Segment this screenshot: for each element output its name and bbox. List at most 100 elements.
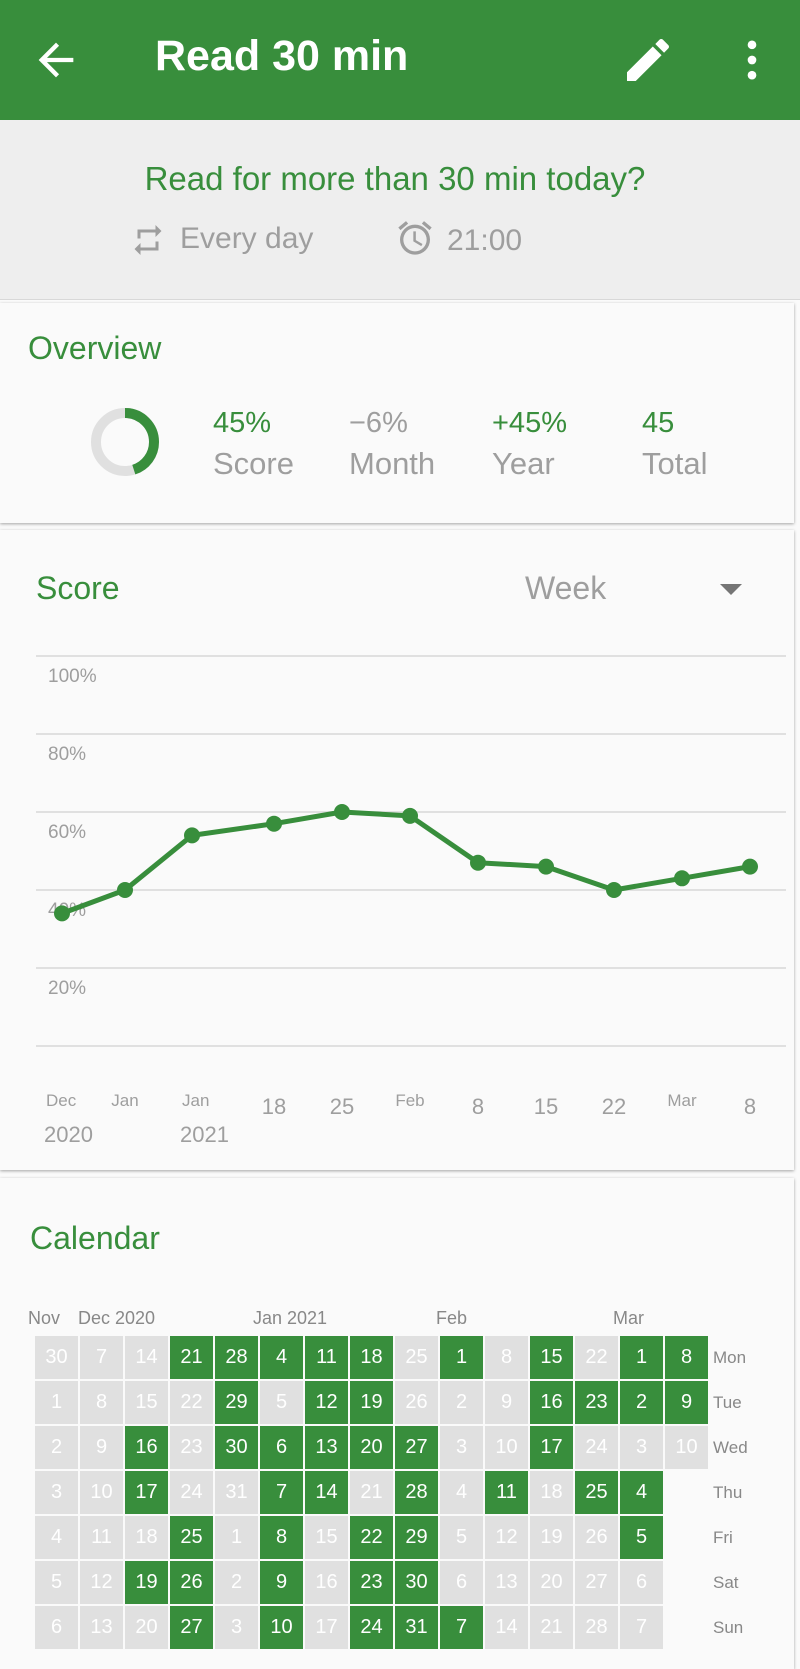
calendar-day[interactable]: 6 xyxy=(440,1561,483,1604)
calendar-day[interactable]: 1 xyxy=(440,1336,483,1379)
calendar-day[interactable]: 7 xyxy=(80,1336,123,1379)
calendar-day[interactable]: 25 xyxy=(170,1516,213,1559)
calendar-day[interactable]: 5 xyxy=(260,1381,303,1424)
period-dropdown[interactable]: Week xyxy=(525,570,606,607)
calendar-day[interactable]: 21 xyxy=(350,1471,393,1514)
calendar-day[interactable]: 13 xyxy=(485,1561,528,1604)
calendar-day[interactable]: 3 xyxy=(35,1471,78,1514)
calendar-day[interactable]: 11 xyxy=(80,1516,123,1559)
calendar-day[interactable]: 26 xyxy=(575,1516,618,1559)
calendar-day[interactable]: 3 xyxy=(440,1426,483,1469)
calendar-day[interactable]: 29 xyxy=(395,1516,438,1559)
calendar-day[interactable]: 10 xyxy=(485,1426,528,1469)
calendar-day[interactable]: 21 xyxy=(170,1336,213,1379)
calendar-day[interactable]: 27 xyxy=(575,1561,618,1604)
calendar-day[interactable]: 6 xyxy=(620,1561,663,1604)
calendar-day[interactable]: 25 xyxy=(575,1471,618,1514)
calendar-day[interactable]: 17 xyxy=(530,1426,573,1469)
calendar-day[interactable]: 2 xyxy=(440,1381,483,1424)
calendar-day[interactable]: 11 xyxy=(305,1336,348,1379)
calendar-day[interactable]: 5 xyxy=(35,1561,78,1604)
calendar-day[interactable]: 10 xyxy=(260,1606,303,1649)
calendar-day[interactable]: 31 xyxy=(395,1606,438,1649)
calendar-day[interactable]: 19 xyxy=(350,1381,393,1424)
calendar-day[interactable]: 18 xyxy=(530,1471,573,1514)
calendar-day[interactable]: 15 xyxy=(125,1381,168,1424)
calendar-day[interactable]: 27 xyxy=(395,1426,438,1469)
calendar-day[interactable]: 18 xyxy=(350,1336,393,1379)
calendar-day[interactable]: 5 xyxy=(440,1516,483,1559)
calendar-day[interactable]: 22 xyxy=(350,1516,393,1559)
calendar-day[interactable]: 24 xyxy=(575,1426,618,1469)
calendar-day[interactable]: 30 xyxy=(215,1426,258,1469)
calendar-day[interactable]: 14 xyxy=(305,1471,348,1514)
calendar-day[interactable]: 13 xyxy=(305,1426,348,1469)
calendar-day[interactable]: 17 xyxy=(125,1471,168,1514)
calendar-day[interactable]: 8 xyxy=(80,1381,123,1424)
calendar-day[interactable]: 24 xyxy=(350,1606,393,1649)
calendar-day[interactable]: 16 xyxy=(125,1426,168,1469)
calendar-day[interactable]: 9 xyxy=(80,1426,123,1469)
calendar-day[interactable]: 2 xyxy=(35,1426,78,1469)
dropdown-arrow-icon[interactable] xyxy=(720,584,742,595)
calendar-day[interactable]: 2 xyxy=(215,1561,258,1604)
calendar-day[interactable]: 14 xyxy=(125,1336,168,1379)
pencil-icon[interactable] xyxy=(620,32,676,88)
calendar-day[interactable]: 6 xyxy=(260,1426,303,1469)
calendar-day[interactable]: 23 xyxy=(170,1426,213,1469)
calendar-day[interactable]: 4 xyxy=(620,1471,663,1514)
calendar-day[interactable]: 15 xyxy=(530,1336,573,1379)
calendar-day[interactable]: 7 xyxy=(440,1606,483,1649)
calendar-day[interactable]: 2 xyxy=(620,1381,663,1424)
arrow-left-icon[interactable] xyxy=(30,34,82,86)
calendar-day[interactable]: 29 xyxy=(215,1381,258,1424)
calendar-day[interactable]: 25 xyxy=(395,1336,438,1379)
calendar-day[interactable]: 1 xyxy=(35,1381,78,1424)
calendar-day[interactable]: 12 xyxy=(80,1561,123,1604)
calendar-day[interactable]: 10 xyxy=(665,1426,708,1469)
calendar-day[interactable]: 3 xyxy=(620,1426,663,1469)
calendar-day[interactable]: 7 xyxy=(620,1606,663,1649)
calendar-day[interactable]: 20 xyxy=(530,1561,573,1604)
calendar-day[interactable]: 1 xyxy=(620,1336,663,1379)
calendar-day[interactable]: 8 xyxy=(665,1336,708,1379)
calendar-day[interactable]: 31 xyxy=(215,1471,258,1514)
calendar-day[interactable]: 4 xyxy=(260,1336,303,1379)
calendar-day[interactable]: 13 xyxy=(80,1606,123,1649)
calendar-day[interactable]: 4 xyxy=(440,1471,483,1514)
calendar-day[interactable]: 7 xyxy=(260,1471,303,1514)
calendar-day[interactable]: 26 xyxy=(395,1381,438,1424)
calendar-day[interactable]: 21 xyxy=(530,1606,573,1649)
calendar-day[interactable]: 17 xyxy=(305,1606,348,1649)
calendar-day[interactable]: 27 xyxy=(170,1606,213,1649)
calendar-day[interactable]: 18 xyxy=(125,1516,168,1559)
calendar-day[interactable]: 1 xyxy=(215,1516,258,1559)
calendar-day[interactable]: 28 xyxy=(575,1606,618,1649)
calendar-day[interactable]: 22 xyxy=(575,1336,618,1379)
calendar-day[interactable]: 10 xyxy=(80,1471,123,1514)
calendar-day[interactable]: 23 xyxy=(350,1561,393,1604)
calendar-day[interactable]: 12 xyxy=(485,1516,528,1559)
calendar-day[interactable]: 20 xyxy=(350,1426,393,1469)
calendar-day[interactable]: 19 xyxy=(125,1561,168,1604)
calendar-day[interactable]: 16 xyxy=(305,1561,348,1604)
calendar-day[interactable]: 28 xyxy=(395,1471,438,1514)
calendar-day[interactable]: 9 xyxy=(485,1381,528,1424)
calendar-day[interactable]: 23 xyxy=(575,1381,618,1424)
calendar-day[interactable]: 15 xyxy=(305,1516,348,1559)
calendar-day[interactable]: 22 xyxy=(170,1381,213,1424)
calendar-day[interactable]: 5 xyxy=(620,1516,663,1559)
calendar-day[interactable]: 9 xyxy=(260,1561,303,1604)
calendar-day[interactable]: 9 xyxy=(665,1381,708,1424)
calendar-day[interactable]: 19 xyxy=(530,1516,573,1559)
calendar-day[interactable]: 30 xyxy=(395,1561,438,1604)
calendar-day[interactable]: 8 xyxy=(260,1516,303,1559)
calendar-day[interactable]: 30 xyxy=(35,1336,78,1379)
calendar-day[interactable]: 12 xyxy=(305,1381,348,1424)
calendar-day[interactable]: 3 xyxy=(215,1606,258,1649)
calendar-day[interactable]: 26 xyxy=(170,1561,213,1604)
calendar-day[interactable]: 11 xyxy=(485,1471,528,1514)
calendar-day[interactable]: 28 xyxy=(215,1336,258,1379)
calendar-day[interactable]: 20 xyxy=(125,1606,168,1649)
calendar-day[interactable]: 14 xyxy=(485,1606,528,1649)
